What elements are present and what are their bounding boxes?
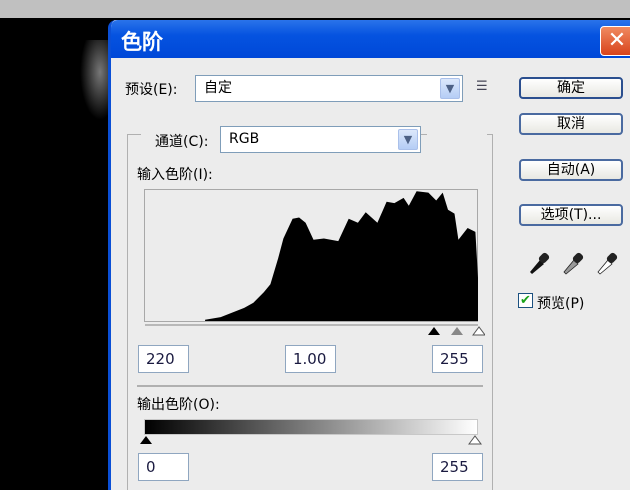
gamma-handle[interactable] [451,327,463,335]
preset-menu-icon[interactable]: ☰ [476,79,488,94]
preset-value: 自定 [204,80,232,96]
title-bar[interactable]: 色阶 ✕ [111,20,630,58]
white-point-handle[interactable] [472,326,485,336]
background-strip [0,0,630,18]
input-gamma-field[interactable]: 1.00 [285,345,336,373]
output-black-field[interactable]: 0 [138,453,189,481]
output-slider-handles[interactable] [139,432,483,446]
white-eyedropper-icon[interactable] [597,252,618,275]
black-eyedropper-icon[interactable] [530,252,550,274]
black-point-handle[interactable] [428,327,440,335]
levels-dialog: 色阶 ✕ 预设(E): 自定 ▼ ☰ 通道(C): RGB ▼ 输入色阶(I):… [108,20,630,490]
chevron-down-icon[interactable]: ▼ [440,78,460,99]
cancel-button[interactable]: 取消 [519,113,623,135]
preview-label: 预览(P) [537,296,585,312]
close-button[interactable]: ✕ [600,26,630,56]
divider [137,385,483,387]
input-white-field[interactable]: 255 [432,345,483,373]
input-slider-handles[interactable] [425,323,485,337]
histogram [144,189,478,322]
preset-select[interactable]: 自定 ▼ [195,75,463,102]
output-black-handle[interactable] [140,436,152,444]
input-levels-label: 输入色阶(I): [137,167,213,183]
output-white-handle[interactable] [468,435,482,445]
options-button[interactable]: 选项(T)... [519,204,623,226]
preview-checkbox[interactable]: ✔ [518,293,533,308]
gray-eyedropper-icon[interactable] [563,252,584,275]
output-levels-label: 输出色阶(O): [137,397,220,413]
preset-label: 预设(E): [125,82,178,98]
ok-button[interactable]: 确定 [519,77,623,99]
channel-label: 通道(C): [155,134,209,150]
eyedroppers [530,252,618,275]
auto-button[interactable]: 自动(A) [519,159,623,181]
output-white-field[interactable]: 255 [432,453,483,481]
channel-select[interactable]: RGB ▼ [220,126,421,153]
channel-value: RGB [229,131,260,147]
dialog-title: 色阶 [121,30,163,54]
chevron-down-icon[interactable]: ▼ [398,129,418,150]
input-black-field[interactable]: 220 [138,345,189,373]
